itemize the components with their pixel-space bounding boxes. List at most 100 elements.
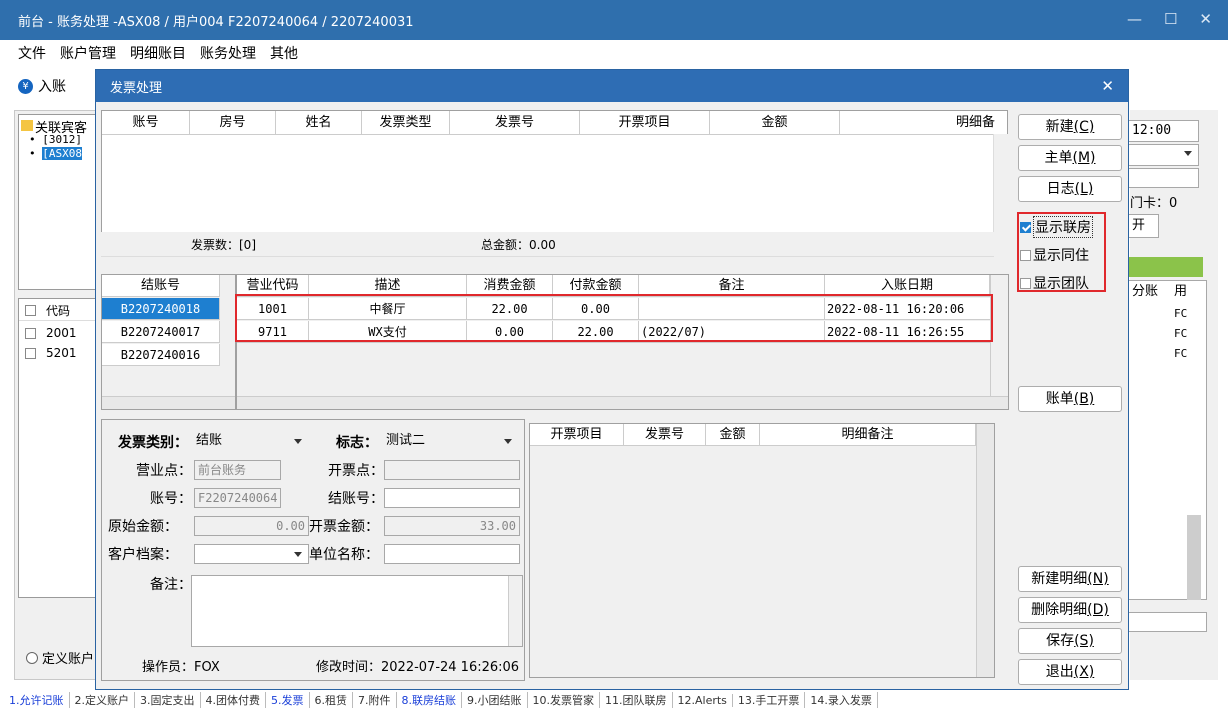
row-checkbox[interactable] (25, 347, 36, 359)
horizontal-scrollbar[interactable] (102, 396, 235, 409)
list-item[interactable]: B2207240017 (102, 321, 220, 343)
payment-cell: 22.00 (553, 321, 639, 343)
menu-billing[interactable]: 账务处理 (200, 43, 256, 63)
show-cohabitants-checkbox[interactable]: 显示同住 (1020, 245, 1089, 265)
column-header[interactable]: 金额 (706, 424, 760, 446)
background-dropdown[interactable] (1127, 144, 1199, 166)
column-header[interactable]: 房号 (190, 111, 276, 135)
column-header[interactable]: 金额 (710, 111, 840, 135)
list-item[interactable]: 5201 (19, 343, 97, 363)
column-header[interactable]: 发票号 (624, 424, 706, 446)
column-header[interactable]: 消费金额 (467, 275, 553, 297)
company-field[interactable] (384, 544, 520, 564)
column-header[interactable]: 发票类型 (362, 111, 450, 135)
vertical-scrollbar[interactable] (976, 424, 994, 677)
bill-button[interactable]: 账单(B) (1018, 386, 1122, 412)
scrollbar-thumb[interactable] (1187, 515, 1201, 600)
show-team-checkbox[interactable]: 显示团队 (1020, 273, 1089, 293)
customer-select[interactable] (194, 544, 309, 564)
list-item[interactable]: B2207240018 (102, 298, 220, 320)
status-tab[interactable]: 1.允许记账 (4, 692, 70, 708)
column-header[interactable]: 付款金额 (553, 275, 639, 297)
column-header[interactable]: 开票项目 (530, 424, 624, 446)
status-tab[interactable]: 8.联房结账 (397, 692, 462, 708)
row-checkbox[interactable] (25, 327, 36, 339)
column-header[interactable]: 描述 (309, 275, 467, 297)
delete-detail-button[interactable]: 删除明细(D) (1018, 597, 1122, 623)
status-tab[interactable]: 6.租赁 (310, 692, 353, 708)
invoice-point-field[interactable] (384, 460, 520, 480)
time-field[interactable]: 12:00 (1127, 120, 1199, 142)
horizontal-scrollbar[interactable] (237, 396, 1008, 409)
table-row[interactable]: 1001 中餐厅 22.00 0.00 2022-08-11 16:20:06 (237, 298, 990, 320)
column-header[interactable]: 备注 (639, 275, 825, 297)
column-header[interactable]: 入账日期 (825, 275, 990, 297)
status-tab[interactable]: 2.定义账户 (70, 692, 135, 708)
exit-button[interactable]: 退出(X) (1018, 659, 1122, 685)
column-header[interactable]: 明细备 (840, 111, 997, 135)
status-tab[interactable]: 12.Alerts (673, 693, 733, 707)
status-tab[interactable]: 10.发票管家 (528, 692, 600, 708)
log-button[interactable]: 日志(L) (1018, 176, 1122, 202)
account-field[interactable]: F2207240064 (194, 488, 281, 508)
status-tab[interactable]: 4.团体付费 (201, 692, 266, 708)
select-all-checkbox[interactable] (25, 305, 36, 316)
menu-other[interactable]: 其他 (270, 43, 298, 63)
table-row[interactable]: 9711 WX支付 0.00 22.00 (2022/07) 2022-08-1… (237, 321, 990, 343)
orig-amount-field[interactable]: 0.00 (194, 516, 309, 536)
column-header[interactable]: 营业代码 (237, 275, 309, 297)
guest-tree[interactable]: 关联宾客 • [3012] • [ASX08 (18, 114, 98, 290)
remark-textarea[interactable] (191, 575, 523, 647)
checkbox-icon (1020, 277, 1031, 289)
checkbox-checked-icon (1020, 221, 1031, 233)
column-header[interactable]: 姓名 (276, 111, 362, 135)
menu-detail-ledger[interactable]: 明细账目 (130, 43, 186, 63)
define-account-radio[interactable]: 定义账户 (26, 648, 94, 667)
new-detail-button[interactable]: 新建明细(N) (1018, 566, 1122, 592)
open-button[interactable]: 开 (1127, 214, 1159, 238)
show-linked-rooms-checkbox[interactable]: 显示联房 (1020, 216, 1093, 238)
checkout-no-field[interactable] (384, 488, 520, 508)
yen-coin-icon: ¥ (18, 78, 33, 94)
status-tab[interactable]: 13.手工开票 (733, 692, 806, 708)
close-icon[interactable]: ✕ (1101, 77, 1114, 95)
menu-file[interactable]: 文件 (18, 43, 46, 63)
status-tab[interactable]: 3.固定支出 (135, 692, 201, 708)
column-header[interactable]: 明细备注 (760, 424, 976, 446)
table-cell: FC (1174, 327, 1188, 340)
close-window-icon[interactable]: ✕ (1199, 10, 1212, 28)
column-header[interactable]: 发票号 (450, 111, 580, 135)
background-input[interactable] (1127, 612, 1207, 632)
minimize-icon[interactable]: — (1127, 10, 1142, 28)
list-item[interactable]: B2207240016 (102, 344, 220, 366)
tree-item[interactable]: • [3012] (29, 133, 82, 146)
status-tab[interactable]: 14.录入发票 (805, 692, 878, 708)
status-tab[interactable]: 9.小团结账 (462, 692, 528, 708)
column-header[interactable]: 结账号 (102, 275, 220, 297)
column-header[interactable]: 开票项目 (580, 111, 710, 135)
tree-item[interactable]: • [ASX08 (29, 147, 82, 160)
outlet-field[interactable]: 前台账务 (194, 460, 281, 480)
vertical-scrollbar[interactable] (508, 576, 522, 646)
flag-select[interactable]: 测试二 (384, 430, 516, 452)
dialog-title: 发票处理 (110, 80, 163, 96)
horizontal-scrollbar[interactable] (101, 256, 994, 268)
list-item[interactable]: 2001 (19, 323, 97, 343)
table-cell: FC (1174, 347, 1188, 360)
menu-account-mgmt[interactable]: 账户管理 (60, 43, 116, 63)
new-button[interactable]: 新建(C) (1018, 114, 1122, 140)
entry-button[interactable]: ¥ 入账 (18, 76, 66, 96)
column-header[interactable]: 账号 (102, 111, 190, 135)
invoice-amount-field[interactable]: 33.00 (384, 516, 520, 536)
status-tab[interactable]: 5.发票 (266, 692, 310, 708)
master-button[interactable]: 主单(M) (1018, 145, 1122, 171)
maximize-icon[interactable]: ☐ (1164, 10, 1177, 28)
vertical-scrollbar[interactable] (990, 275, 1008, 397)
status-tab[interactable]: 11.团队联房 (600, 692, 673, 708)
charge-cell: 22.00 (467, 298, 553, 320)
category-select[interactable]: 结账 (194, 430, 306, 452)
save-button[interactable]: 保存(S) (1018, 628, 1122, 654)
background-input[interactable] (1127, 168, 1199, 188)
vertical-scrollbar[interactable] (993, 134, 1008, 268)
status-tab[interactable]: 7.附件 (353, 692, 397, 708)
